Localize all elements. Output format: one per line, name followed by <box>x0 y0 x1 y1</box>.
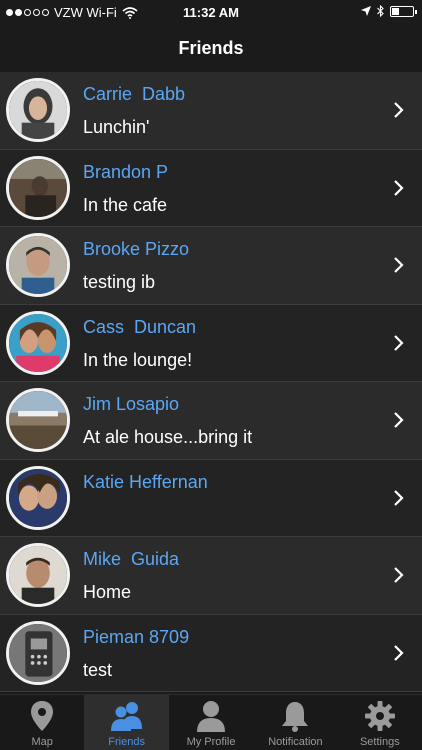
chevron-right-icon <box>394 179 404 196</box>
chevron-right-icon <box>394 412 404 428</box>
friend-status: In the lounge! <box>83 349 193 370</box>
friend-status: Lunchin' <box>83 117 150 137</box>
chevron-right-icon <box>394 567 404 583</box>
friend-row[interactable]: Brooke Pizzo testing ib <box>0 227 422 305</box>
avatar <box>6 155 70 220</box>
friend-row[interactable]: Katie Heffernan <box>0 459 422 537</box>
friend-row[interactable]: Mike Guida Home <box>0 537 422 615</box>
friend-name: Mike Guida <box>83 549 180 569</box>
tab-bar: Map Friends My Profile Notification Sett… <box>0 694 422 750</box>
friend-name: Katie Heffernan <box>83 471 208 492</box>
location-arrow-icon <box>361 6 371 16</box>
friend-row[interactable]: Cass Duncan In the lounge! <box>0 304 422 382</box>
friend-status: At ale house...bring it <box>83 427 253 447</box>
tab-notification[interactable]: Notification <box>253 695 337 750</box>
chevron-right-icon <box>394 102 404 118</box>
avatar <box>6 388 70 452</box>
friend-row[interactable]: Jim Losapio At ale house...bring it <box>0 382 422 460</box>
friend-row[interactable]: Brandon P In the cafe <box>0 149 422 227</box>
tab-label: Friends <box>108 736 145 748</box>
map-pin-icon <box>31 701 54 731</box>
avatar <box>6 78 70 142</box>
friend-name: Carrie Dabb <box>83 84 186 104</box>
tab-friends[interactable]: Friends <box>84 695 169 750</box>
chevron-right-icon <box>394 334 404 351</box>
bell-icon <box>282 702 309 732</box>
tab-settings[interactable]: Settings <box>338 695 422 750</box>
chevron-right-icon <box>394 644 404 661</box>
tab-map[interactable]: Map <box>0 695 84 750</box>
tab-label: Settings <box>359 736 400 748</box>
friends-list[interactable]: Carrie Dabb Lunchin' Brandon P In the ca… <box>0 72 422 694</box>
avatar <box>6 233 70 297</box>
friend-name: Cass Duncan <box>83 316 197 337</box>
tab-my-profile[interactable]: My Profile <box>169 695 253 750</box>
friend-row[interactable]: Carrie Dabb Lunchin' <box>0 72 422 150</box>
status-right-indicators <box>361 5 417 17</box>
bluetooth-icon <box>377 5 384 17</box>
tab-label: Map <box>31 736 53 748</box>
chevron-right-icon <box>394 257 404 273</box>
page-title: Friends <box>178 38 244 58</box>
friend-status: testing ib <box>83 272 156 292</box>
avatar <box>6 310 70 375</box>
chevron-right-icon <box>394 489 404 506</box>
gear-icon <box>364 701 395 731</box>
friend-row[interactable]: Pieman 8709 test <box>0 614 422 692</box>
status-bar: VZW Wi-Fi 11:32 AM <box>0 0 422 26</box>
avatar <box>6 620 70 685</box>
friend-status: test <box>83 659 113 680</box>
friend-name: Jim Losapio <box>83 394 180 414</box>
friend-name: Brandon P <box>83 161 169 182</box>
status-time: 11:32 AM <box>183 5 239 20</box>
friend-status: Home <box>83 582 132 602</box>
friend-name: Brooke Pizzo <box>83 239 190 259</box>
avatar <box>6 465 70 530</box>
profile-icon <box>197 701 226 732</box>
friends-icon <box>110 702 142 731</box>
friend-status: In the cafe <box>83 194 168 215</box>
avatar <box>6 543 70 607</box>
tab-label: My Profile <box>186 736 236 748</box>
tab-label: Notification <box>268 736 323 748</box>
friend-name: Pieman 8709 <box>83 626 190 647</box>
battery-icon <box>390 5 417 17</box>
